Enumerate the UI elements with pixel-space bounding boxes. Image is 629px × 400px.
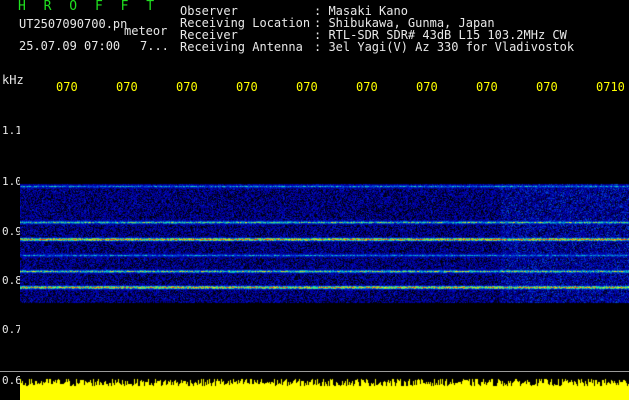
- mode-label: meteor: [124, 24, 168, 38]
- x-tick: 070: [56, 80, 78, 94]
- x-tick: 070: [236, 80, 258, 94]
- y-tick: 0.7: [2, 323, 22, 336]
- x-tick: 070: [356, 80, 378, 94]
- y-tick: 1.0: [2, 175, 22, 188]
- app-title: H R O F F T: [18, 0, 160, 14]
- axis-unit: kHz: [2, 73, 24, 87]
- x-tick: 070: [296, 80, 318, 94]
- date-time: 25.07.09 07:00: [19, 39, 121, 53]
- y-tick: 0.6: [2, 374, 22, 387]
- axis-divider-left: [0, 371, 20, 372]
- x-tick: 070: [536, 80, 558, 94]
- y-tick: 1.1: [2, 124, 22, 137]
- y-tick: 0.8: [2, 274, 22, 287]
- antenna-key: Receiving Antenna: [180, 40, 303, 54]
- count-value: 7...: [140, 39, 169, 53]
- x-tick: 070: [476, 80, 498, 94]
- spectrogram: [20, 99, 629, 400]
- y-tick: 0.9: [2, 225, 22, 238]
- antenna-value: : 3el Yagi(V) Az 330 for Vladivostok: [314, 40, 575, 54]
- x-tick: 070: [176, 80, 198, 94]
- x-tick: 0710: [596, 80, 625, 94]
- signal-baseline: [20, 371, 629, 372]
- x-tick: 070: [116, 80, 138, 94]
- x-tick: 070: [416, 80, 438, 94]
- file-name: UT2507090700.pn: [19, 17, 128, 31]
- antenna-row: Receiving Antenna : 3el Yagi(V) Az 330 fo…: [180, 41, 574, 54]
